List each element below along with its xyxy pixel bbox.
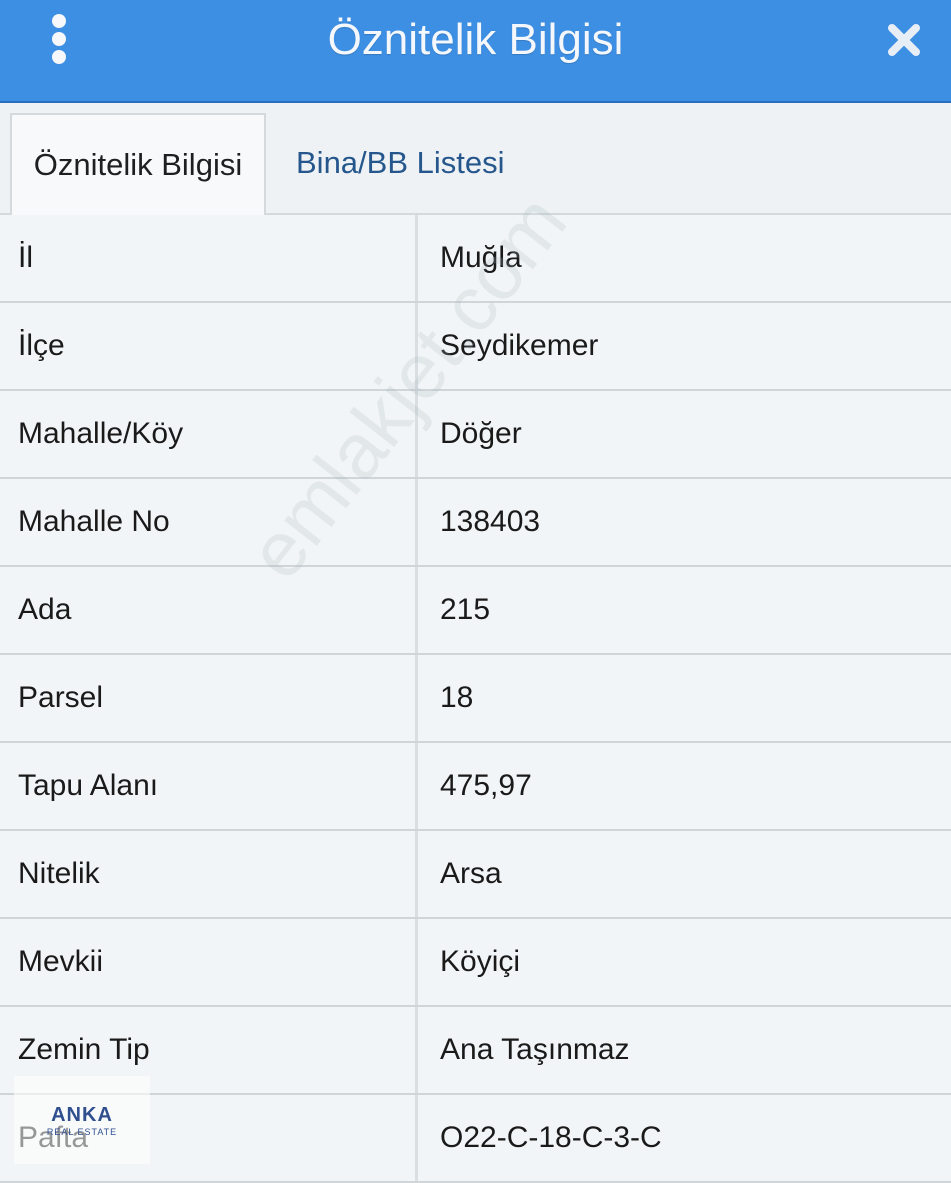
tab-bina-bb-listesi[interactable]: Bina/BB Listesi	[296, 113, 505, 215]
table-row: Mevkii Köyiçi	[0, 919, 951, 1007]
table-row: Nitelik Arsa	[0, 831, 951, 919]
row-label: Mevkii	[0, 919, 418, 1005]
anka-logo: ANKA REAL ESTATE	[14, 1076, 150, 1164]
attribute-table: İl Muğla İlçe Seydikemer Mahalle/Köy Döğ…	[0, 215, 951, 1183]
row-label: İlçe	[0, 303, 418, 389]
row-label: Nitelik	[0, 831, 418, 917]
row-value: O22-C-18-C-3-C	[418, 1095, 951, 1181]
row-value: Seydikemer	[418, 303, 951, 389]
table-row: İlçe Seydikemer	[0, 303, 951, 391]
row-value: Muğla	[418, 215, 951, 301]
table-row: Ada 215	[0, 567, 951, 655]
row-label: Parsel	[0, 655, 418, 741]
table-row: Mahalle No 138403	[0, 479, 951, 567]
logo-name: ANKA	[51, 1103, 113, 1126]
row-value: 215	[418, 567, 951, 653]
row-label: İl	[0, 215, 418, 301]
row-label: Mahalle No	[0, 479, 418, 565]
row-value: 475,97	[418, 743, 951, 829]
table-row: Tapu Alanı 475,97	[0, 743, 951, 831]
row-label: Mahalle/Köy	[0, 391, 418, 477]
header-bar: Öznitelik Bilgisi	[0, 0, 951, 103]
tab-oznitelik-bilgisi[interactable]: Öznitelik Bilgisi	[10, 113, 266, 215]
table-row: Parsel 18	[0, 655, 951, 743]
row-value: 138403	[418, 479, 951, 565]
logo-subtitle: REAL ESTATE	[46, 1126, 118, 1137]
tab-bar: Öznitelik Bilgisi Bina/BB Listesi	[0, 103, 951, 215]
row-value: Döğer	[418, 391, 951, 477]
row-value: 18	[418, 655, 951, 741]
row-label: Tapu Alanı	[0, 743, 418, 829]
close-icon[interactable]	[884, 20, 924, 60]
page-title: Öznitelik Bilgisi	[327, 15, 624, 64]
row-value: Köyiçi	[418, 919, 951, 1005]
table-row: Mahalle/Köy Döğer	[0, 391, 951, 479]
table-row: İl Muğla	[0, 215, 951, 303]
row-value: Arsa	[418, 831, 951, 917]
row-value: Ana Taşınmaz	[418, 1007, 951, 1093]
row-label: Ada	[0, 567, 418, 653]
